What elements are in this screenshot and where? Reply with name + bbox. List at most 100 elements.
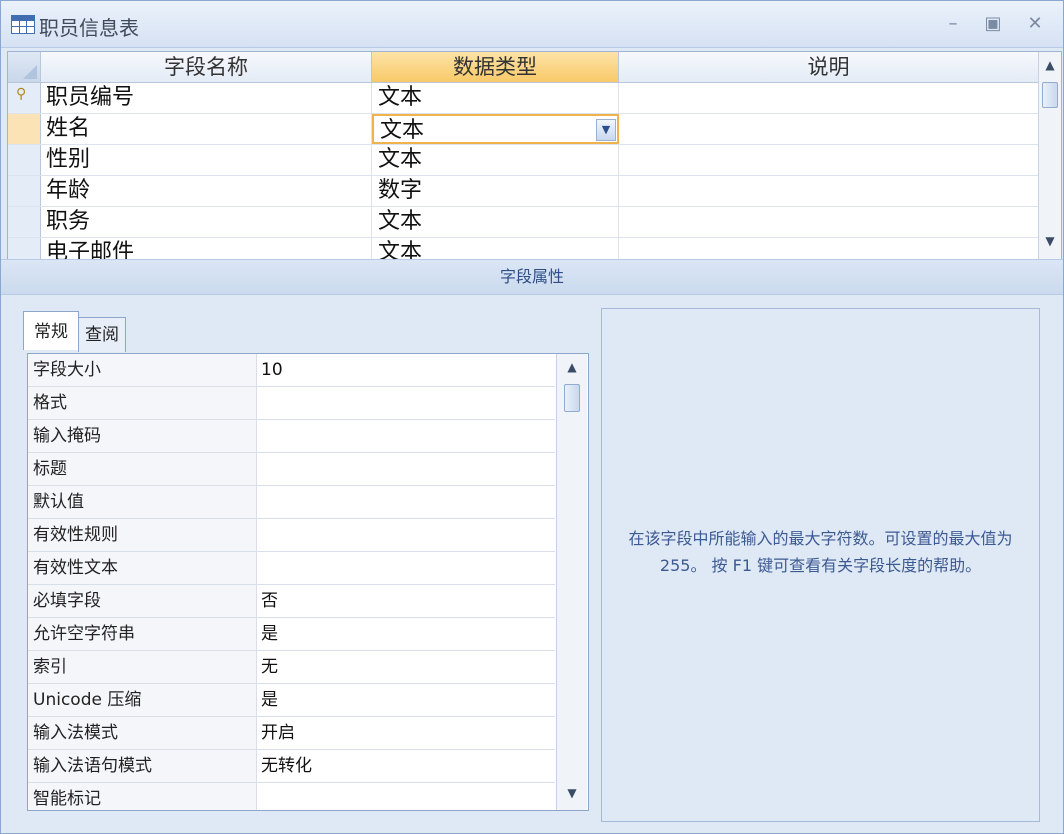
property-value[interactable] xyxy=(257,387,261,419)
property-value[interactable] xyxy=(257,783,261,810)
table-row[interactable]: 性别 文本 xyxy=(8,145,1038,176)
property-label: 必填字段 xyxy=(28,585,257,617)
scroll-down-icon[interactable]: ▼ xyxy=(557,786,587,800)
select-all-corner[interactable] xyxy=(8,52,41,82)
property-value[interactable]: 10 xyxy=(257,354,283,386)
table-row[interactable]: ⚲ 职员编号 文本 xyxy=(8,83,1038,114)
maximize-icon[interactable]: ▣ xyxy=(979,11,1007,37)
table-row[interactable]: 职务 文本 xyxy=(8,207,1038,238)
property-value[interactable]: 开启 xyxy=(257,717,295,749)
help-text: 在该字段中所能输入的最大字符数。可设置的最大值为 255。 按 F1 键可查看有… xyxy=(628,529,1013,575)
column-header-field-name[interactable]: 字段名称 xyxy=(41,52,372,82)
property-value[interactable] xyxy=(257,552,261,584)
table-row[interactable]: 姓名 文本 ▼ xyxy=(8,114,1038,145)
list-item[interactable]: 输入掩码 xyxy=(28,420,555,453)
tab-lookup[interactable]: 查阅 xyxy=(78,317,126,352)
row-selector[interactable] xyxy=(8,114,41,144)
field-name-cell[interactable]: 职员编号 xyxy=(46,83,372,113)
data-type-cell[interactable]: 文本 xyxy=(378,207,619,237)
data-type-cell[interactable]: 数字 xyxy=(378,176,619,206)
field-properties-title: 字段属性 xyxy=(1,259,1063,295)
column-header-data-type[interactable]: 数据类型 xyxy=(372,52,619,82)
property-label: 有效性文本 xyxy=(28,552,257,584)
data-type-cell[interactable]: 文本 xyxy=(378,238,619,260)
list-item[interactable]: 格式 xyxy=(28,387,555,420)
property-label: 字段大小 xyxy=(28,354,257,386)
field-name-cell[interactable]: 姓名 xyxy=(46,114,372,144)
list-item[interactable]: 输入法语句模式 无转化 xyxy=(28,750,555,783)
property-label: 智能标记 xyxy=(28,783,257,810)
list-item[interactable]: 智能标记 xyxy=(28,783,555,810)
scroll-up-icon[interactable]: ▲ xyxy=(557,360,587,374)
property-value[interactable] xyxy=(257,453,261,485)
list-item[interactable]: 输入法模式 开启 xyxy=(28,717,555,750)
scroll-thumb[interactable] xyxy=(1042,82,1058,108)
description-cell[interactable] xyxy=(619,145,1038,175)
grid-header: 字段名称 数据类型 说明 xyxy=(8,52,1038,83)
description-cell[interactable] xyxy=(619,114,1038,144)
field-name-cell[interactable]: 电子邮件 xyxy=(46,238,372,260)
title-bar[interactable]: 职员信息表 – ▣ ✕ xyxy=(1,1,1063,48)
row-selector[interactable] xyxy=(8,207,41,237)
table-design-window: 职员信息表 – ▣ ✕ 字段名称 数据类型 说明 ⚲ 职员编号 文本 姓名 文本… xyxy=(0,0,1064,834)
field-name-cell[interactable]: 职务 xyxy=(46,207,372,237)
row-selector[interactable] xyxy=(8,145,41,175)
property-value[interactable]: 是 xyxy=(257,684,278,716)
description-cell[interactable] xyxy=(619,176,1038,206)
scroll-thumb[interactable] xyxy=(564,384,580,412)
data-type-cell[interactable]: 文本 xyxy=(378,145,619,175)
table-row[interactable]: 电子邮件 文本 xyxy=(8,238,1038,260)
list-item[interactable]: 允许空字符串是 xyxy=(28,618,555,651)
property-value[interactable]: 是 xyxy=(257,618,278,650)
row-selector[interactable]: ⚲ xyxy=(8,83,41,113)
scroll-up-icon[interactable]: ▲ xyxy=(1039,58,1061,72)
property-value[interactable] xyxy=(257,519,261,551)
property-label: 输入掩码 xyxy=(28,420,257,452)
list-item[interactable]: 默认值 xyxy=(28,486,555,519)
row-selector[interactable] xyxy=(8,238,41,260)
data-type-cell[interactable]: 文本 xyxy=(378,83,619,113)
property-label: 输入法模式 xyxy=(28,717,257,749)
list-item[interactable]: 有效性文本 xyxy=(28,552,555,585)
list-item[interactable]: 索引无 xyxy=(28,651,555,684)
minimize-icon[interactable]: – xyxy=(939,11,967,37)
property-value[interactable]: 否 xyxy=(257,585,278,617)
property-label: 允许空字符串 xyxy=(28,618,257,650)
description-cell[interactable] xyxy=(619,83,1038,113)
property-label: 有效性规则 xyxy=(28,519,257,551)
window-title: 职员信息表 xyxy=(39,16,139,40)
primary-key-icon: ⚲ xyxy=(16,86,27,102)
data-type-combobox[interactable]: 文本 ▼ xyxy=(372,114,619,144)
property-value[interactable]: 无 xyxy=(257,651,278,683)
properties-scrollbar[interactable]: ▲ ▼ xyxy=(556,354,587,810)
property-value[interactable] xyxy=(257,486,261,518)
table-row[interactable]: 年龄 数字 xyxy=(8,176,1038,207)
property-value[interactable] xyxy=(257,420,261,452)
field-design-grid: 字段名称 数据类型 说明 ⚲ 职员编号 文本 姓名 文本 ▼ 性别 文本 年龄 … xyxy=(7,51,1062,261)
field-name-cell[interactable]: 性别 xyxy=(46,145,372,175)
property-label: 默认值 xyxy=(28,486,257,518)
property-label: 索引 xyxy=(28,651,257,683)
grid-scrollbar[interactable]: ▲ ▼ xyxy=(1038,52,1061,260)
list-item[interactable]: Unicode 压缩是 xyxy=(28,684,555,717)
property-value[interactable]: 无转化 xyxy=(257,750,312,782)
list-item[interactable]: 有效性规则 xyxy=(28,519,555,552)
list-item[interactable]: 标题 xyxy=(28,453,555,486)
property-label: 输入法语句模式 xyxy=(28,750,257,782)
field-name-cell[interactable]: 年龄 xyxy=(46,176,372,206)
tab-general[interactable]: 常规 xyxy=(23,311,79,350)
list-item[interactable]: 必填字段否 xyxy=(28,585,555,618)
description-cell[interactable] xyxy=(619,207,1038,237)
property-label: Unicode 压缩 xyxy=(28,684,257,716)
close-icon[interactable]: ✕ xyxy=(1021,11,1049,37)
column-header-description[interactable]: 说明 xyxy=(619,52,1038,82)
row-selector[interactable] xyxy=(8,176,41,206)
scroll-down-icon[interactable]: ▼ xyxy=(1039,234,1061,248)
field-properties-list: 字段大小 10 格式 输入掩码 标题 默认值 有效性规则 有效性文本 必填字段否 … xyxy=(27,353,589,811)
property-label: 格式 xyxy=(28,387,257,419)
chevron-down-icon[interactable]: ▼ xyxy=(596,119,616,141)
description-cell[interactable] xyxy=(619,238,1038,260)
list-item[interactable]: 字段大小 10 xyxy=(28,354,555,387)
property-label: 标题 xyxy=(28,453,257,485)
data-type-value: 文本 xyxy=(380,118,425,143)
